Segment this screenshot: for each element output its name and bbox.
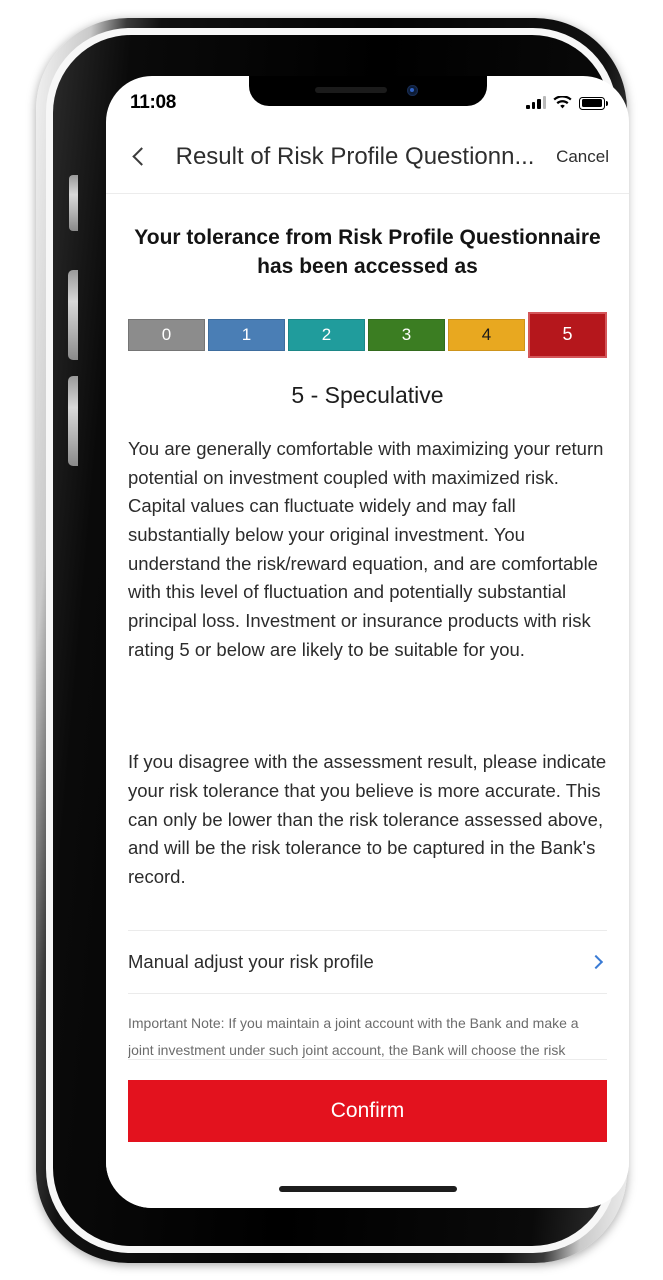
risk-segment-0[interactable]: 0	[128, 318, 205, 351]
divider	[128, 1059, 607, 1060]
manual-adjust-label: Manual adjust your risk profile	[128, 950, 374, 972]
result-heading: Your tolerance from Risk Profile Questio…	[134, 226, 601, 278]
status-time: 11:08	[130, 92, 177, 113]
divider	[128, 992, 607, 994]
nav-bar: Result of Risk Profile Questionn... Canc…	[106, 120, 629, 194]
wifi-icon	[553, 96, 572, 109]
volume-down-button[interactable]	[68, 376, 78, 466]
page-title: Result of Risk Profile Questionn...	[175, 142, 535, 170]
front-camera-icon	[406, 85, 418, 96]
risk-level-label: 5 - Speculative	[291, 381, 444, 408]
risk-description-paragraph: You are generally comfortable with maxim…	[128, 437, 604, 660]
risk-segment-3[interactable]: 3	[368, 318, 445, 351]
volume-up-button[interactable]	[68, 270, 78, 360]
phone-frame: 11:08 Result of Risk Profile Questionn..…	[36, 18, 629, 1263]
main-content: Your tolerance from Risk Profile Questio…	[106, 224, 629, 1092]
risk-segment-5[interactable]: 5	[528, 311, 607, 358]
battery-full-icon	[579, 96, 609, 110]
mute-switch[interactable]	[69, 175, 78, 231]
disagree-instructions-paragraph: If you disagree with the assessment resu…	[128, 751, 607, 887]
home-indicator[interactable]	[278, 1186, 457, 1192]
risk-segment-1[interactable]: 1	[208, 318, 285, 351]
manual-adjust-row[interactable]: Manual adjust your risk profile	[128, 931, 607, 993]
notch	[248, 76, 487, 106]
battery-fill	[581, 99, 603, 107]
signal-bars-icon	[526, 96, 546, 109]
cancel-button[interactable]: Cancel	[554, 147, 609, 167]
chevron-left-icon	[131, 147, 151, 166]
back-button[interactable]	[126, 147, 156, 166]
earpiece-speaker-icon	[314, 87, 387, 93]
confirm-button[interactable]: Confirm	[128, 1080, 607, 1142]
risk-segment-4[interactable]: 4	[448, 318, 525, 351]
risk-segment-2[interactable]: 2	[288, 318, 365, 351]
status-icons	[526, 86, 609, 110]
risk-scale: 012345	[128, 311, 607, 358]
phone-screen: 11:08 Result of Risk Profile Questionn..…	[106, 76, 629, 1208]
chevron-right-icon	[588, 954, 604, 969]
